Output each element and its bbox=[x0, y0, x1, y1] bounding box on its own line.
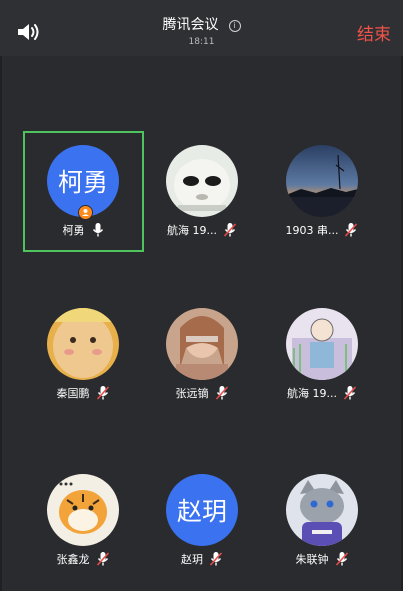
participant-tile[interactable]: 航海 19... bbox=[142, 131, 262, 251]
participant-name-row: 张鑫龙 bbox=[23, 550, 143, 568]
participant-tile[interactable]: 张鑫龙 bbox=[23, 460, 143, 580]
participant-name-row: 航海 19... bbox=[142, 221, 262, 239]
participant-name-row: 航海 19... bbox=[262, 384, 382, 402]
participant-name-row: 朱联钟 bbox=[262, 550, 382, 568]
participant-tile[interactable]: 张远镝 bbox=[142, 294, 262, 414]
participant-name-row: 1903 串... bbox=[262, 221, 382, 239]
microphone-muted-icon bbox=[96, 552, 109, 566]
avatar bbox=[47, 474, 119, 546]
participant-name: 张鑫龙 bbox=[56, 553, 90, 566]
participant-name-row: 秦国鹏 bbox=[23, 384, 143, 402]
participant-name: 赵玥 bbox=[181, 553, 203, 566]
microphone-muted-icon bbox=[345, 223, 358, 237]
participant-name-row: 赵玥 bbox=[142, 550, 262, 568]
microphone-muted-icon bbox=[215, 386, 228, 400]
participant-name-row: 柯勇 bbox=[25, 221, 142, 239]
host-icon bbox=[78, 205, 93, 220]
avatar: 赵玥 bbox=[166, 474, 238, 546]
participant-tile[interactable]: 1903 串... bbox=[262, 131, 382, 251]
participant-tile[interactable]: 航海 19... bbox=[262, 294, 382, 414]
participant-name-row: 张远镝 bbox=[142, 384, 262, 402]
avatar bbox=[47, 308, 119, 380]
avatar bbox=[166, 308, 238, 380]
microphone-muted-icon bbox=[209, 552, 223, 566]
participant-tile[interactable]: 赵玥 赵玥 bbox=[142, 460, 262, 580]
participant-tile[interactable]: 秦国鹏 bbox=[23, 294, 143, 414]
participant-tile[interactable]: 朱联钟 bbox=[262, 460, 382, 580]
participant-name: 航海 19... bbox=[167, 224, 217, 237]
participant-name: 1903 串... bbox=[285, 224, 339, 237]
participant-tile[interactable]: 柯勇 柯勇 bbox=[23, 131, 144, 252]
participant-grid: 柯勇 柯勇 航海 19... 1903 串... 秦国鹏 张远镝 航海 19..… bbox=[0, 0, 403, 591]
avatar bbox=[286, 145, 358, 217]
participant-name: 柯勇 bbox=[62, 224, 85, 237]
microphone-icon bbox=[92, 223, 103, 237]
avatar bbox=[286, 474, 358, 546]
participant-name: 秦国鹏 bbox=[56, 387, 90, 400]
avatar bbox=[166, 145, 238, 217]
participant-name: 张远镝 bbox=[175, 387, 209, 400]
avatar bbox=[286, 308, 358, 380]
microphone-muted-icon bbox=[335, 552, 348, 566]
microphone-muted-icon bbox=[96, 386, 109, 400]
microphone-muted-icon bbox=[343, 386, 357, 400]
participant-name: 朱联钟 bbox=[295, 553, 329, 566]
participant-name: 航海 19... bbox=[287, 387, 337, 400]
microphone-muted-icon bbox=[223, 223, 237, 237]
